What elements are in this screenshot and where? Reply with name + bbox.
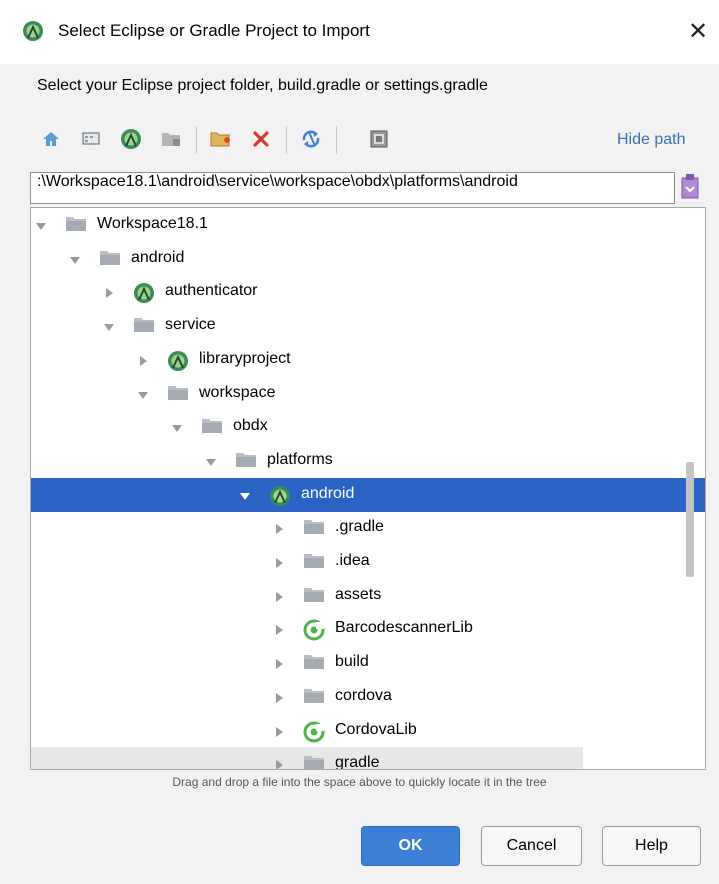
gradle-module-icon <box>303 721 325 742</box>
tree-item[interactable]: cordova <box>31 680 705 714</box>
collapse-arrow-right-icon[interactable] <box>273 522 285 535</box>
drag-drop-hint: Drag and drop a file into the space abov… <box>172 775 547 789</box>
android-module-icon <box>269 485 291 506</box>
show-hidden-icon[interactable] <box>366 126 392 152</box>
delete-icon[interactable] <box>248 126 274 152</box>
expand-arrow-down-icon[interactable] <box>239 489 251 501</box>
collapse-arrow-right-icon[interactable] <box>273 590 285 602</box>
tree-item-label: android <box>131 248 185 266</box>
path-input[interactable]: :\Workspace18.1\android\service\workspac… <box>30 172 675 204</box>
path-value: :\Workspace18.1\android\service\workspac… <box>37 173 518 190</box>
folder-icon <box>133 316 155 336</box>
tree-item-label: authenticator <box>165 282 258 300</box>
tree-item[interactable]: build <box>31 646 705 680</box>
tree-item[interactable]: BarcodescannerLib <box>31 612 705 646</box>
folder-icon <box>201 417 223 437</box>
collapse-arrow-right-icon[interactable] <box>273 691 285 703</box>
expand-arrow-down-icon[interactable] <box>137 388 149 400</box>
tree-item[interactable]: assets <box>31 579 705 613</box>
project-tree[interactable]: Workspace18.1 android authenticator service… <box>30 207 706 770</box>
tree-item-label: assets <box>335 585 382 603</box>
folder-icon <box>303 754 325 769</box>
tree-item[interactable]: libraryproject <box>31 343 705 377</box>
collapse-arrow-right-icon[interactable] <box>273 725 285 737</box>
gradle-module-icon <box>303 619 325 641</box>
expand-arrow-down-icon[interactable] <box>103 320 115 332</box>
desktop-icon[interactable] <box>78 126 104 152</box>
tree-item-label: obdx <box>233 417 268 435</box>
tree-item-label: android <box>301 484 355 502</box>
folder-icon <box>303 518 325 538</box>
collapse-arrow-right-icon[interactable] <box>273 657 285 670</box>
module-folder-icon[interactable] <box>158 126 184 152</box>
folder-icon <box>235 451 257 471</box>
tree-item-label: platforms <box>267 450 333 468</box>
collapse-arrow-right-icon[interactable] <box>273 623 285 636</box>
tree-item[interactable]: CordovaLib <box>31 714 705 748</box>
folder-icon <box>303 586 325 606</box>
expand-arrow-down-icon[interactable] <box>35 219 47 231</box>
tree-item[interactable]: service <box>31 309 705 343</box>
new-folder-icon[interactable] <box>208 126 234 152</box>
expand-arrow-down-icon[interactable] <box>171 421 183 433</box>
android-module-icon <box>167 350 189 371</box>
tree-item[interactable]: android <box>31 242 705 276</box>
android-module-icon <box>133 282 155 304</box>
tree-item-label: .gradle <box>335 518 384 536</box>
expand-arrow-down-icon[interactable] <box>205 455 217 467</box>
home-icon[interactable] <box>38 126 64 152</box>
tree-item[interactable]: workspace <box>31 377 705 411</box>
window-title: Select Eclipse or Gradle Project to Impo… <box>58 21 370 40</box>
tree-item[interactable]: obdx <box>31 410 705 444</box>
folder-icon <box>303 687 325 707</box>
tree-item[interactable]: android <box>31 477 705 512</box>
tree-item-label: build <box>335 653 369 671</box>
tree-item-label: gradle <box>335 754 380 770</box>
tree-item[interactable]: Workspace18.1 <box>31 208 705 242</box>
tree-item[interactable]: .gradle <box>31 511 705 545</box>
tree-item-label: service <box>165 316 216 334</box>
title-bar: Select Eclipse or Gradle Project to Impo… <box>0 0 719 64</box>
refresh-icon[interactable] <box>298 126 324 152</box>
android-studio-icon <box>22 20 44 42</box>
dialog-subtitle: Select your Eclipse project folder, buil… <box>37 77 488 94</box>
tree-item-label: workspace <box>199 383 276 401</box>
tree-item-label: .idea <box>335 552 370 569</box>
collapse-arrow-right-icon[interactable] <box>273 556 285 568</box>
tree-item[interactable]: gradle <box>31 747 583 770</box>
android-project-icon[interactable] <box>118 126 144 152</box>
tree-item[interactable]: platforms <box>31 444 705 478</box>
tree-item-label: BarcodescannerLib <box>335 619 473 637</box>
help-button[interactable]: Help <box>602 826 701 866</box>
browse-icon[interactable] <box>678 172 702 202</box>
folder-icon <box>303 552 325 572</box>
tree-item-label: Workspace18.1 <box>97 215 208 232</box>
ok-button[interactable]: OK <box>361 826 460 866</box>
toolbar <box>36 120 706 156</box>
collapse-arrow-right-icon[interactable] <box>137 354 149 366</box>
expand-arrow-down-icon[interactable] <box>69 253 81 265</box>
tree-item-label: CordovaLib <box>335 720 417 738</box>
cancel-button[interactable]: Cancel <box>481 826 582 866</box>
tree-scrollbar[interactable] <box>686 462 694 577</box>
folder-icon <box>99 249 121 269</box>
folder-icon <box>65 215 87 235</box>
tree-item-label: libraryproject <box>199 349 291 367</box>
folder-icon <box>303 653 325 673</box>
folder-icon <box>167 384 189 404</box>
tree-item[interactable]: authenticator <box>31 275 705 309</box>
collapse-arrow-right-icon[interactable] <box>103 286 115 299</box>
hide-path-link[interactable]: Hide path <box>617 131 686 149</box>
tree-item[interactable]: .idea <box>31 545 705 579</box>
close-button[interactable]: ✕ <box>678 10 718 54</box>
tree-item-label: cordova <box>335 686 392 704</box>
collapse-arrow-right-icon[interactable] <box>273 758 285 769</box>
